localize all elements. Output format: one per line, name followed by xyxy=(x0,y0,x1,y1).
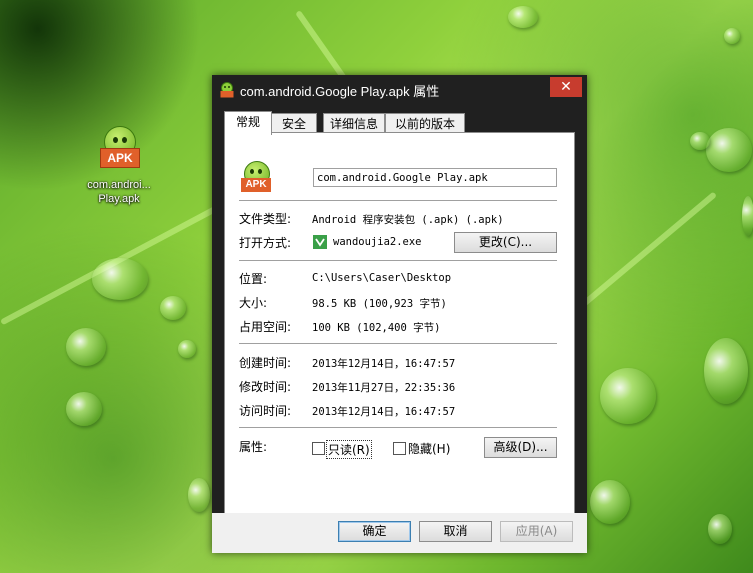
water-drop xyxy=(508,6,538,28)
accessed-label: 访问时间: xyxy=(239,404,292,418)
open-with-value: wandoujia2.exe xyxy=(333,236,422,248)
close-icon: ✕ xyxy=(560,79,572,95)
attributes-label: 属性: xyxy=(239,440,268,454)
file-type-label: 文件类型: xyxy=(239,212,292,226)
water-drop xyxy=(706,128,752,172)
desktop-apk-file[interactable]: APK com.androi... Play.apk xyxy=(78,126,160,206)
tab-general[interactable]: 常规 xyxy=(224,111,272,135)
water-drop xyxy=(160,296,186,320)
location-value: C:\Users\Caser\Desktop xyxy=(312,272,452,284)
wandoujia-icon xyxy=(313,235,327,249)
tab-details[interactable]: 详细信息 xyxy=(323,113,385,134)
tab-security[interactable]: 安全 xyxy=(271,113,317,134)
water-drop xyxy=(600,368,656,424)
water-drop xyxy=(742,196,753,236)
size-label: 大小: xyxy=(239,296,268,310)
disk-size-label: 占用空间: xyxy=(239,320,292,334)
apk-robot-icon xyxy=(220,82,234,98)
window-title: com.android.Google Play.apk 属性 xyxy=(240,84,440,99)
water-drop xyxy=(590,480,630,524)
readonly-label[interactable]: 只读(R) xyxy=(326,440,372,459)
properties-window: com.android.Google Play.apk 属性 ✕ 常规 安全 详… xyxy=(212,75,587,553)
water-drop xyxy=(92,258,148,300)
separator xyxy=(239,427,557,428)
ok-button[interactable]: 确定 xyxy=(338,521,411,542)
water-drop xyxy=(724,28,740,44)
water-drop xyxy=(704,338,748,404)
open-with-label: 打开方式: xyxy=(239,236,292,250)
desktop-icon-label-line2: Play.apk xyxy=(98,193,140,205)
desktop-icon-label-line1: com.androi... xyxy=(87,179,151,191)
tab-previous-versions[interactable]: 以前的版本 xyxy=(385,113,465,134)
separator xyxy=(239,260,557,261)
location-label: 位置: xyxy=(239,272,268,286)
water-drop xyxy=(66,392,102,426)
readonly-checkbox[interactable] xyxy=(312,442,325,455)
file-type-value: Android 程序安装包 (.apk) (.apk) xyxy=(312,214,504,226)
button-bar: 确定 取消 应用(A) xyxy=(212,513,587,553)
water-drop xyxy=(708,514,732,544)
modified-value: 2013年11月27日，22:35:36 xyxy=(312,382,456,394)
water-drop xyxy=(66,328,106,366)
separator xyxy=(239,343,557,344)
apply-button[interactable]: 应用(A) xyxy=(500,521,573,542)
apk-badge: APK xyxy=(241,178,271,192)
change-button[interactable]: 更改(C)... xyxy=(454,232,557,253)
apk-badge: APK xyxy=(100,148,140,168)
separator xyxy=(239,200,557,201)
hidden-label[interactable]: 隐藏(H) xyxy=(408,440,450,457)
general-tab-panel: APK com.android.Google Play.apk 文件类型: An… xyxy=(224,132,575,514)
size-value: 98.5 KB (100,923 字节) xyxy=(312,298,447,310)
hidden-checkbox[interactable] xyxy=(393,442,406,455)
water-drop xyxy=(178,340,196,358)
water-drop xyxy=(188,478,210,512)
advanced-button[interactable]: 高级(D)... xyxy=(484,437,557,458)
close-button[interactable]: ✕ xyxy=(550,77,582,97)
desktop-icon-label: com.androi... Play.apk xyxy=(78,178,160,206)
water-drop xyxy=(690,132,710,150)
modified-label: 修改时间: xyxy=(239,380,292,394)
cancel-button[interactable]: 取消 xyxy=(419,521,492,542)
created-value: 2013年12月14日，16:47:57 xyxy=(312,358,456,370)
apk-file-icon: APK xyxy=(100,126,140,170)
file-name-input[interactable]: com.android.Google Play.apk xyxy=(313,168,557,187)
accessed-value: 2013年12月14日，16:47:57 xyxy=(312,406,456,418)
created-label: 创建时间: xyxy=(239,356,292,370)
title-bar[interactable]: com.android.Google Play.apk 属性 ✕ xyxy=(212,75,587,104)
disk-size-value: 100 KB (102,400 字节) xyxy=(312,322,441,334)
apk-file-icon: APK xyxy=(241,161,271,193)
